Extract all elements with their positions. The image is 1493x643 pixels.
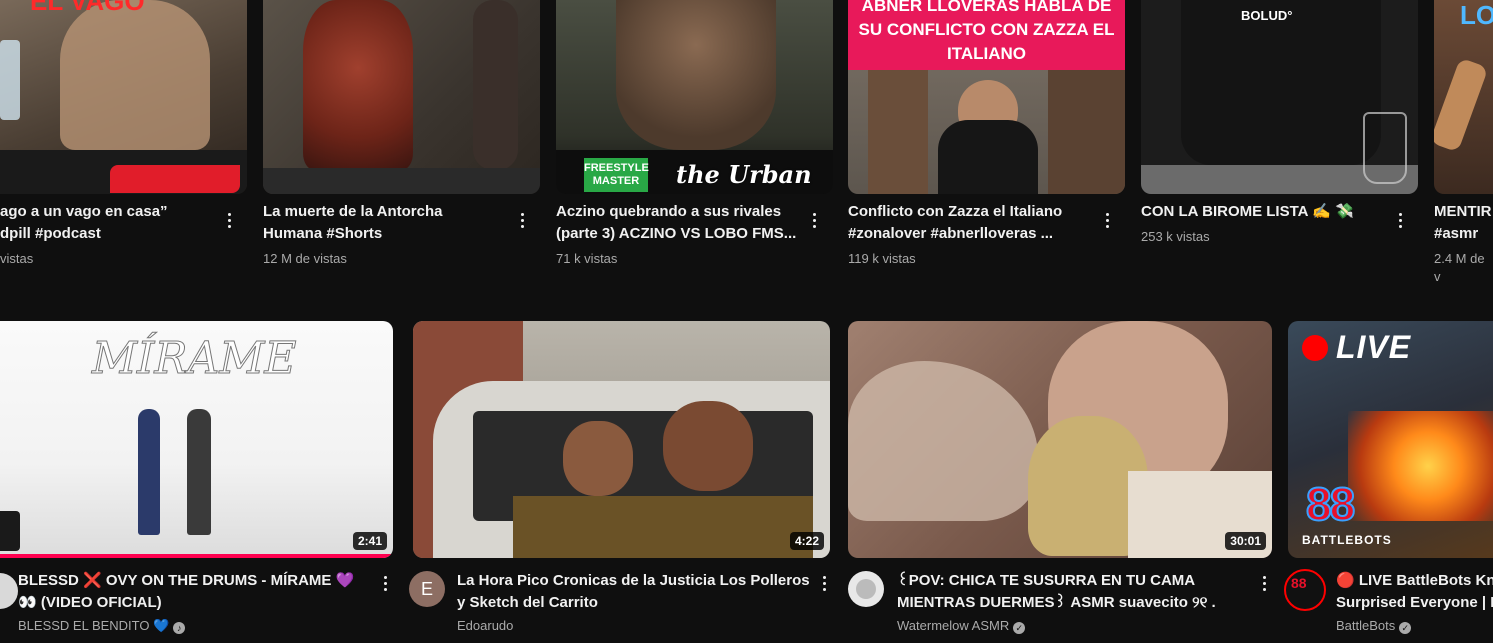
verified-music-icon: ♪	[173, 622, 186, 634]
video-thumbnail[interactable]: 4:22	[413, 321, 830, 558]
video-duration: 2:41	[352, 532, 387, 550]
video-title[interactable]: Conflicto con Zazza el Italiano #zonalov…	[848, 201, 1088, 245]
channel-name[interactable]: BLESSD EL BENDITO 💙 ♪	[18, 617, 186, 635]
view-count: vistas	[0, 251, 34, 266]
more-actions-icon[interactable]	[1099, 208, 1115, 232]
video-title[interactable]: ꒰POV: CHICA TE SUSURRA EN TU CAMA MIENTR…	[897, 570, 1257, 614]
thumbnail-text: the Urban	[676, 160, 812, 189]
channel-name[interactable]: Watermelow ASMR ✓	[897, 617, 1026, 635]
more-actions-icon[interactable]	[1392, 208, 1408, 232]
battlebots-logo-text: BATTLEBOTS	[1302, 533, 1392, 547]
video-duration: 30:01	[1225, 532, 1266, 550]
view-count: 2.4 M de v	[1434, 251, 1485, 284]
verified-check-icon: ✓	[1013, 622, 1026, 634]
thumbnail-text: FREESTYLE MASTER	[584, 158, 649, 192]
video-thumbnail[interactable]: LO	[1434, 0, 1493, 194]
video-thumbnail[interactable]: FREESTYLE MASTER the Urban	[556, 0, 833, 194]
video-thumbnail[interactable]	[263, 0, 540, 194]
more-actions-icon[interactable]	[806, 208, 822, 232]
view-count: 119 k vistas	[848, 251, 916, 266]
video-thumbnail[interactable]: EL VAGO	[0, 0, 247, 194]
more-actions-icon[interactable]	[1256, 571, 1272, 595]
more-actions-icon[interactable]	[816, 571, 832, 595]
video-thumbnail[interactable]: BOLUD°	[1141, 0, 1418, 194]
video-title[interactable]: MENTIR #asmr	[1434, 201, 1493, 245]
thumbnail-text: EL VAGO	[30, 0, 145, 16]
view-count: 71 k vistas	[556, 251, 618, 266]
video-title[interactable]: La Hora Pico Cronicas de la Justicia Los…	[457, 570, 817, 614]
channel-avatar[interactable]	[848, 571, 884, 607]
video-title[interactable]: La muerte de la Antorcha Humana #Shorts	[263, 201, 493, 245]
thumbnail-text: MÍRAME	[92, 333, 298, 385]
watch-progress-bar	[0, 554, 393, 558]
more-actions-icon[interactable]	[514, 208, 530, 232]
channel-avatar[interactable]: 88	[1284, 569, 1326, 611]
battlebots-logo-mark: 88	[1305, 478, 1356, 530]
video-thumbnail[interactable]: ABNER LLOVERAS HABLA DE SU CONFLICTO CON…	[848, 0, 1125, 194]
more-actions-icon[interactable]	[221, 208, 237, 232]
video-title[interactable]: 🔴 LIVE BattleBots Kn Surprised Everyone …	[1336, 570, 1493, 614]
verified-check-icon: ✓	[1399, 622, 1412, 634]
live-dot-icon	[1302, 335, 1328, 361]
video-thumbnail[interactable]: LIVE 88 BATTLEBOTS	[1288, 321, 1493, 558]
thumbnail-text: LO	[1460, 0, 1493, 30]
video-thumbnail[interactable]: MÍRAME 2:41	[0, 321, 393, 558]
channel-name[interactable]: BattleBots ✓	[1336, 617, 1412, 635]
thumbnail-text: ABNER LLOVERAS HABLA DE SU CONFLICTO CON…	[858, 0, 1115, 63]
more-actions-icon[interactable]	[377, 571, 393, 595]
channel-name[interactable]: Edoarudo	[457, 617, 513, 635]
video-title[interactable]: ago a un vago en casa” dpill #podcast	[0, 201, 210, 245]
video-duration: 4:22	[789, 532, 824, 550]
view-count: 12 M de vistas	[263, 251, 347, 266]
video-thumbnail[interactable]: 30:01	[848, 321, 1272, 558]
thumbnail-text: BOLUD°	[1241, 8, 1293, 23]
video-title[interactable]: Aczino quebrando a sus rivales (parte 3)…	[556, 201, 801, 245]
live-label: LIVE	[1336, 329, 1412, 365]
video-title[interactable]: BLESSD ❌ OVY ON THE DRUMS - MÍRAME 💜 👀 (…	[18, 570, 368, 614]
video-title[interactable]: CON LA BIROME LISTA ✍️ 💸	[1141, 201, 1381, 223]
view-count: 253 k vistas	[1141, 229, 1210, 244]
channel-avatar[interactable]	[0, 573, 18, 609]
channel-avatar[interactable]: E	[409, 571, 445, 607]
